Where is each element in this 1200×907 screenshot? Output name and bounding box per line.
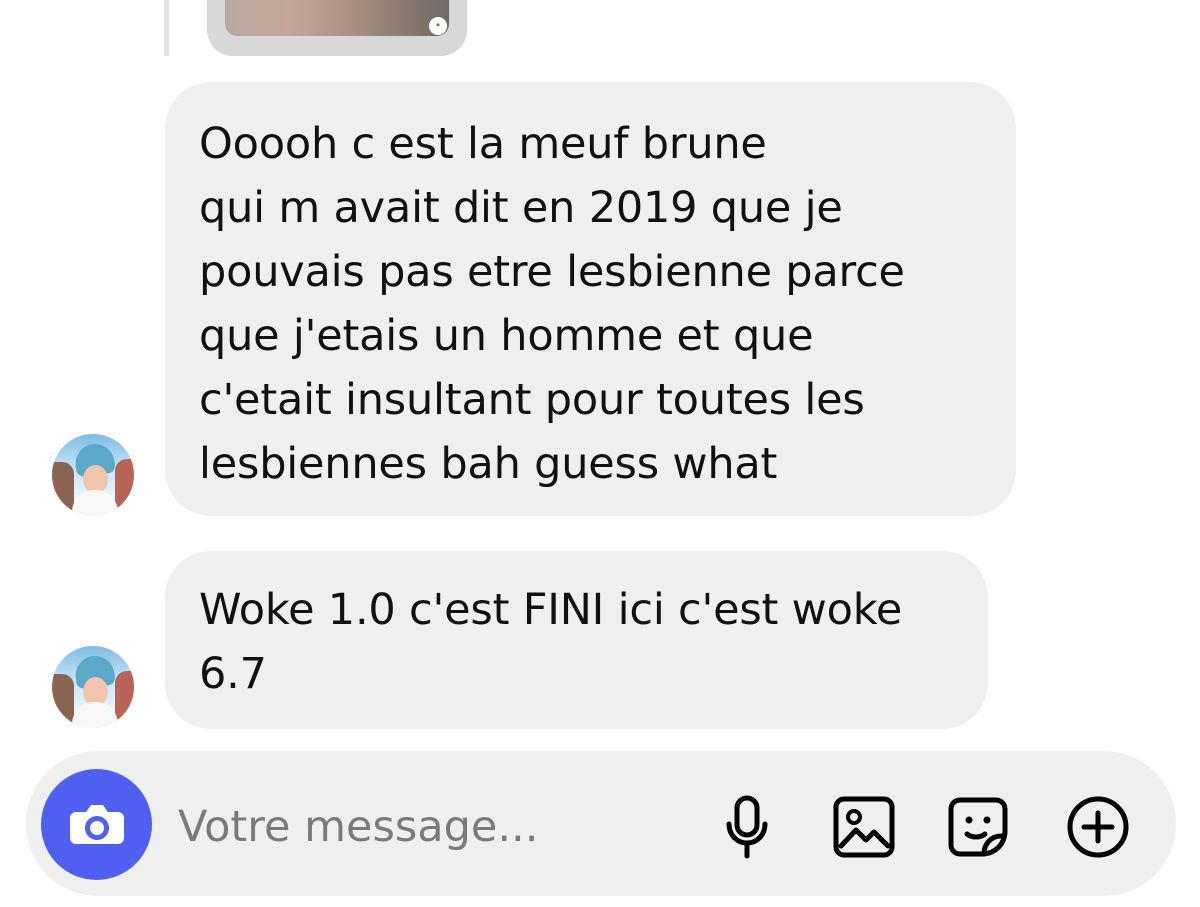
gallery-button[interactable]: [830, 793, 898, 861]
plus-circle-icon: [1067, 796, 1129, 858]
message-line: que j'etais un homme et que: [199, 311, 814, 361]
message-line: Woke 1.0 c'est FINI ici c'est woke: [199, 585, 903, 635]
chat-screen: • Ooooh c est la meuf brune qui m avait …: [0, 0, 1200, 907]
message-line: c'etait insultant pour toutes les: [199, 375, 865, 425]
message-line: qui m avait dit en 2019 que je: [199, 183, 843, 233]
message-input[interactable]: [178, 797, 618, 857]
avatar[interactable]: [52, 434, 134, 516]
shared-media-preview[interactable]: •: [207, 0, 467, 56]
thread-reply-line: [164, 0, 169, 56]
add-button[interactable]: [1064, 793, 1132, 861]
avatar-detail: [52, 674, 74, 728]
message-line: 6.7: [199, 649, 267, 699]
microphone-button[interactable]: [713, 793, 781, 861]
camera-icon: [69, 804, 124, 844]
sticker-icon: [948, 797, 1008, 857]
gallery-icon: [833, 796, 895, 858]
media-badge-icon: •: [429, 17, 447, 35]
message-line: pouvais pas etre lesbienne parce: [199, 247, 905, 297]
sticker-button[interactable]: [944, 793, 1012, 861]
microphone-icon: [726, 795, 768, 859]
camera-button[interactable]: [41, 769, 152, 880]
avatar-detail: [115, 459, 134, 516]
shared-media-thumbnail[interactable]: [225, 0, 449, 36]
message-line: lesbiennes bah guess what: [199, 439, 778, 489]
message-line: Ooooh c est la meuf brune: [199, 119, 767, 169]
incoming-message-bubble[interactable]: Woke 1.0 c'est FINI ici c'est woke 6.7: [165, 551, 988, 729]
avatar[interactable]: [52, 646, 134, 728]
incoming-message-bubble[interactable]: Ooooh c est la meuf brune qui m avait di…: [165, 82, 1016, 516]
avatar-detail: [52, 462, 74, 516]
avatar-detail: [115, 671, 134, 728]
